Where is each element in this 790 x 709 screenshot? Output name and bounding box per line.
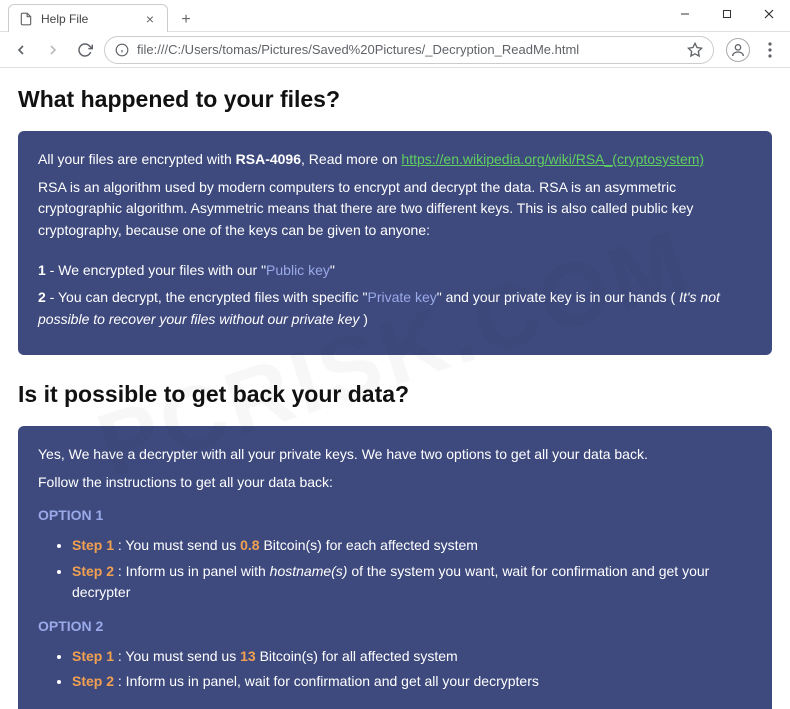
option-1-label: OPTION 1 [38,505,752,527]
new-tab-button[interactable]: + [174,8,198,32]
encrypted-line: All your files are encrypted with RSA-40… [38,149,752,171]
tab-title: Help File [41,12,88,26]
intro-line-1: Yes, We have a decrypter with all your p… [38,444,752,466]
window-titlebar: Help File × + [0,0,790,32]
option-2-label: OPTION 2 [38,616,752,638]
list-item: Step 2 : Inform us in panel with hostnam… [72,561,752,604]
reload-button[interactable] [72,37,98,63]
info-box-2: Yes, We have a decrypter with all your p… [18,426,772,709]
menu-button[interactable] [758,38,782,62]
close-button[interactable] [748,0,790,28]
minimize-button[interactable] [664,0,706,28]
browser-tab[interactable]: Help File × [8,4,168,32]
forward-button[interactable] [40,37,66,63]
toolbar-right [726,38,782,62]
bullet-private-key: 2 - You can decrypt, the encrypted files… [38,287,752,330]
list-item: Step 2 : Inform us in panel, wait for co… [72,671,752,693]
rsa-description: RSA is an algorithm used by modern compu… [38,177,752,242]
list-item: Step 1 : You must send us 13 Bitcoin(s) … [72,646,752,668]
browser-toolbar: file:///C:/Users/tomas/Pictures/Saved%20… [0,32,790,68]
heading-get-back: Is it possible to get back your data? [18,381,772,408]
bookmark-star-icon[interactable] [687,42,703,58]
heading-what-happened: What happened to your files? [18,86,772,113]
maximize-button[interactable] [706,0,748,28]
rsa-wikipedia-link[interactable]: https://en.wikipedia.org/wiki/RSA_(crypt… [401,151,704,167]
back-button[interactable] [8,37,34,63]
profile-avatar[interactable] [726,38,750,62]
tabs-area: Help File × + [0,0,664,32]
file-icon [19,12,33,26]
address-bar[interactable]: file:///C:/Users/tomas/Pictures/Saved%20… [104,36,714,64]
window-controls [664,0,790,28]
bullet-public-key: 1 - We encrypted your files with our "Pu… [38,260,752,282]
page-content: What happened to your files? All your fi… [0,68,790,709]
option-2-steps: Step 1 : You must send us 13 Bitcoin(s) … [38,646,752,693]
list-item: Step 1 : You must send us 0.8 Bitcoin(s)… [72,535,752,557]
tab-close-button[interactable]: × [143,12,157,26]
url-text: file:///C:/Users/tomas/Pictures/Saved%20… [137,42,687,57]
intro-line-2: Follow the instructions to get all your … [38,472,752,494]
option-1-steps: Step 1 : You must send us 0.8 Bitcoin(s)… [38,535,752,604]
info-box-1: All your files are encrypted with RSA-40… [18,131,772,355]
info-icon [115,43,129,57]
